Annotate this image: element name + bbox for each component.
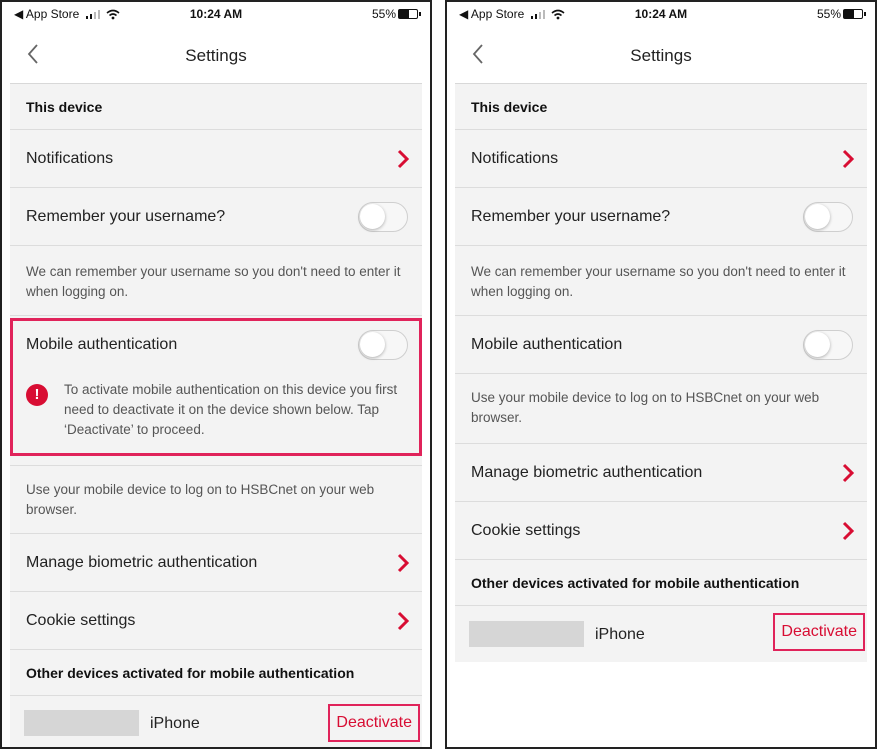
remember-username-row: Remember your username? [455, 188, 867, 246]
mobile-authentication-description: Use your mobile device to log on to HSBC… [10, 466, 422, 534]
remember-username-toggle[interactable] [803, 202, 853, 232]
remember-username-row: Remember your username? [10, 188, 422, 246]
device-label: iPhone [150, 715, 200, 732]
page-title: Settings [630, 46, 692, 65]
remember-username-label: Remember your username? [471, 208, 671, 225]
battery-icon [398, 9, 421, 19]
status-bar: ◀ App Store 10:24 AM 55% [455, 2, 867, 26]
battery-percent: 55% [816, 7, 841, 21]
biometric-row[interactable]: Manage biometric authentication [10, 534, 422, 592]
mobile-authentication-toggle[interactable] [803, 330, 853, 360]
battery-percent: 55% [371, 7, 396, 21]
chevron-right-icon [397, 553, 410, 573]
page-title: Settings [185, 46, 247, 65]
section-header-other-devices: Other devices activated for mobile authe… [455, 560, 867, 606]
phone-screen-left: ◀ App Store 10:24 AM 55% Settings This d… [0, 0, 432, 749]
status-bar: ◀ App Store 10:24 AM 55% [10, 2, 422, 26]
mobile-authentication-description: Use your mobile device to log on to HSBC… [455, 374, 867, 444]
device-name-redacted [24, 710, 139, 736]
remember-username-description: We can remember your username so you don… [455, 246, 867, 316]
cookie-settings-label: Cookie settings [26, 612, 136, 629]
chevron-right-icon [842, 463, 855, 483]
device-label: iPhone [595, 626, 645, 643]
chevron-right-icon [842, 149, 855, 169]
notifications-label: Notifications [26, 150, 114, 167]
highlight-box [10, 318, 422, 456]
battery-icon [843, 9, 866, 19]
device-row: iPhone Deactivate [10, 696, 422, 747]
status-time: 10:24 AM [189, 7, 243, 21]
section-header-other-devices: Other devices activated for mobile authe… [10, 650, 422, 696]
section-header-this-device: This device [455, 84, 867, 130]
deactivate-button[interactable]: Deactivate [773, 613, 865, 651]
biometric-row[interactable]: Manage biometric authentication [455, 444, 867, 502]
notifications-row[interactable]: Notifications [455, 130, 867, 188]
cookie-settings-label: Cookie settings [471, 522, 581, 539]
status-time: 10:24 AM [634, 7, 688, 21]
chevron-right-icon [842, 521, 855, 541]
remember-username-description: We can remember your username so you don… [10, 246, 422, 316]
nav-bar: Settings [455, 28, 867, 84]
chevron-right-icon [397, 149, 410, 169]
notifications-label: Notifications [471, 150, 559, 167]
nav-bar: Settings [10, 28, 422, 84]
section-header-this-device: This device [10, 84, 422, 130]
biometric-label: Manage biometric authentication [471, 464, 703, 481]
remember-username-toggle[interactable] [358, 202, 408, 232]
biometric-label: Manage biometric authentication [26, 554, 258, 571]
mobile-authentication-row: Mobile authentication [455, 316, 867, 374]
device-row: iPhone Deactivate [455, 606, 867, 662]
mobile-authentication-label: Mobile authentication [471, 336, 623, 353]
remember-username-label: Remember your username? [26, 208, 226, 225]
empty-area [455, 662, 867, 747]
cookie-settings-row[interactable]: Cookie settings [10, 592, 422, 650]
cookie-settings-row[interactable]: Cookie settings [455, 502, 867, 560]
chevron-right-icon [397, 611, 410, 631]
device-name-redacted [469, 621, 584, 647]
phone-screen-right: ◀ App Store 10:24 AM 55% Settings This d… [445, 0, 877, 749]
notifications-row[interactable]: Notifications [10, 130, 422, 188]
deactivate-button[interactable]: Deactivate [328, 704, 420, 742]
